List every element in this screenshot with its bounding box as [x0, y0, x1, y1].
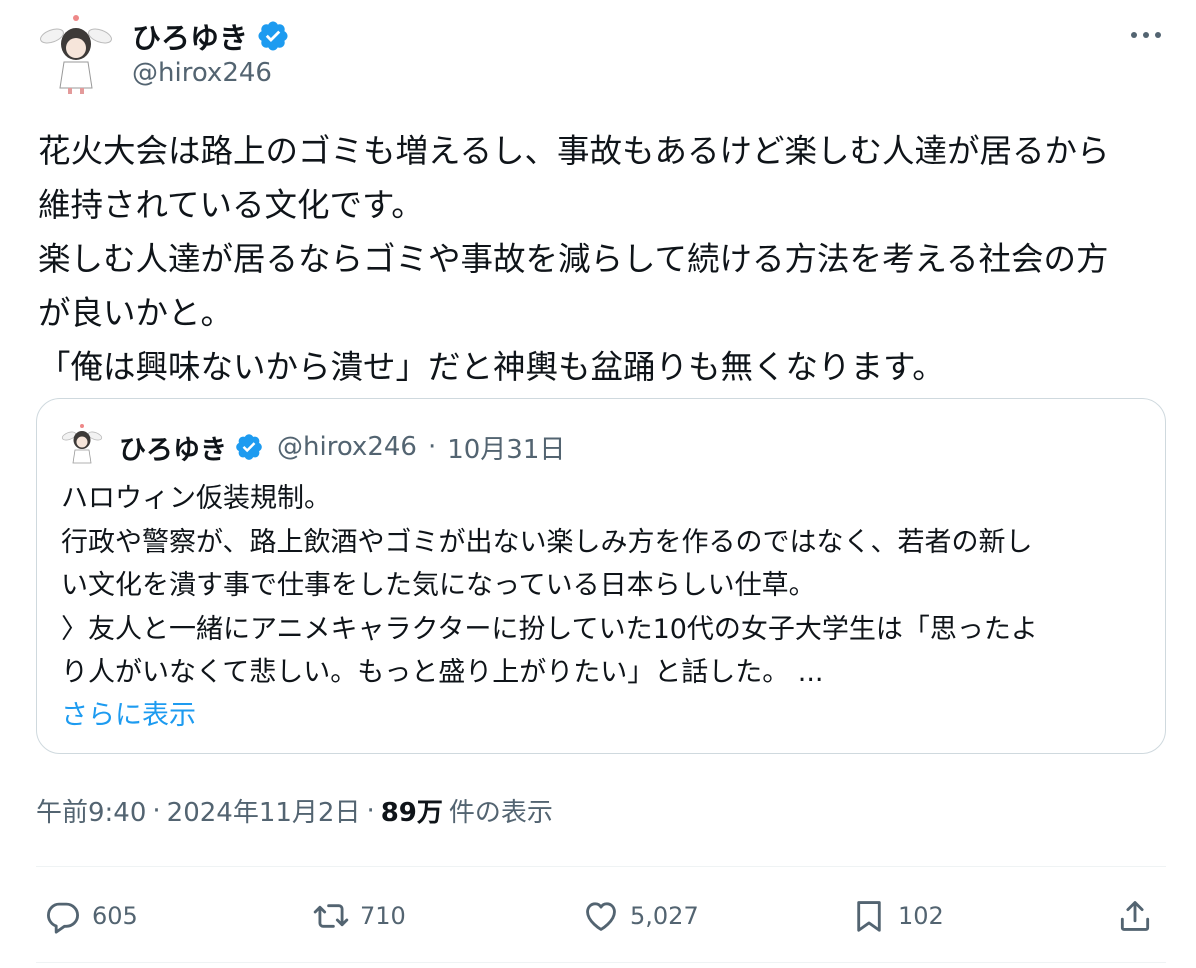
view-label: 件の表示	[448, 798, 553, 828]
quote-header: ひろゆき @hirox246 · 10月31日	[119, 427, 565, 467]
quote-avatar	[61, 423, 103, 467]
reply-icon	[47, 902, 79, 934]
reply-button[interactable]: 605	[44, 888, 138, 944]
like-button[interactable]: 5,027	[582, 888, 699, 944]
bookmark-icon	[857, 901, 881, 932]
show-more-link[interactable]: さらに表示	[61, 693, 196, 732]
quote-date[interactable]: 10月31日	[447, 429, 565, 466]
quoted-tweet[interactable]: ひろゆき @hirox246 · 10月31日 ハロウィン仮装規制。 行政や警察…	[36, 398, 1166, 754]
quote-author-name[interactable]: ひろゆき	[119, 428, 227, 467]
repost-icon	[313, 904, 349, 928]
author-name-row: ひろゆき	[132, 16, 290, 56]
verified-badge-icon	[236, 434, 262, 460]
meta-separator: ·	[366, 795, 375, 826]
author-handle[interactable]: @hirox246	[132, 58, 272, 88]
action-bar: 605 710 5,027 102	[36, 888, 1166, 944]
like-icon	[586, 902, 616, 931]
tweet-date[interactable]: 2024年11月2日	[167, 792, 361, 829]
tweet-meta: 午前9:40 · 2024年11月2日 · 89万 件の表示	[36, 792, 553, 829]
like-count: 5,027	[630, 902, 699, 930]
bookmark-count: 102	[898, 902, 944, 930]
divider	[36, 866, 1166, 867]
quote-handle: @hirox246	[277, 432, 417, 462]
divider	[36, 962, 1166, 963]
meta-separator: ·	[152, 795, 161, 826]
share-button[interactable]	[1116, 888, 1154, 944]
view-count: 89万	[380, 798, 443, 828]
verified-badge-icon	[258, 21, 288, 51]
repost-button[interactable]: 710	[312, 888, 406, 944]
share-icon	[1120, 901, 1150, 931]
bookmark-button[interactable]: 102	[850, 888, 944, 944]
repost-count: 710	[360, 902, 406, 930]
more-icon[interactable]	[1126, 22, 1166, 48]
avatar[interactable]	[38, 12, 118, 96]
quote-text: ハロウィン仮装規制。 行政や警察が、路上飲酒やゴミが出ない楽しみ方を作るのではな…	[61, 483, 1038, 688]
reply-count: 605	[92, 902, 138, 930]
tweet-time[interactable]: 午前9:40	[36, 792, 146, 829]
author-name[interactable]: ひろゆき	[132, 15, 248, 57]
tweet-text: 花火大会は路上のゴミも増えるし、事故もあるけど楽しむ人達が居るから 維持されてい…	[38, 132, 1110, 386]
quote-separator: ·	[427, 432, 437, 462]
